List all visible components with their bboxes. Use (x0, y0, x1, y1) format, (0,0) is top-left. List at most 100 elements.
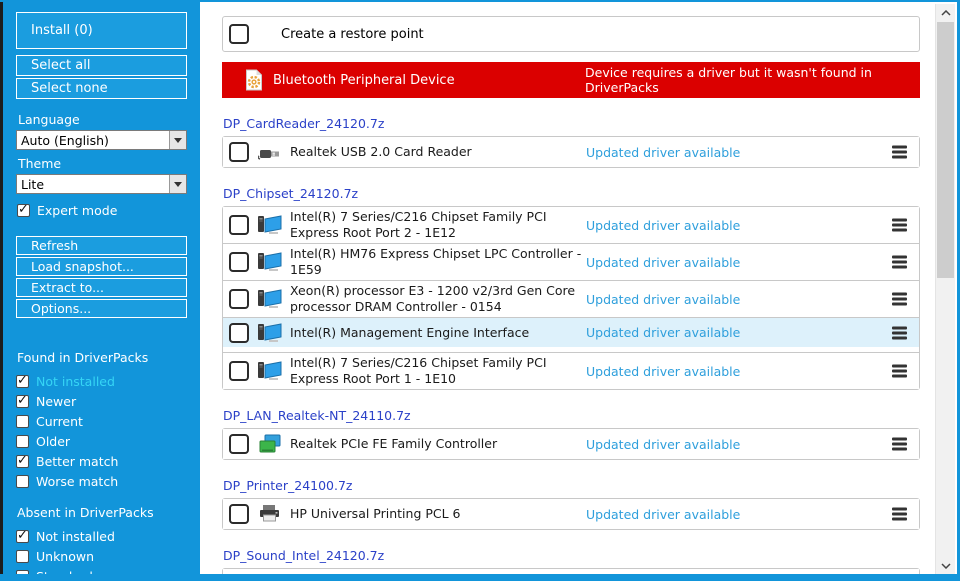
filter-checkbox-current[interactable]: Current (16, 411, 187, 431)
driver-status: Updated driver available (586, 577, 740, 581)
row-menu-icon[interactable] (892, 578, 907, 581)
network-icon (257, 433, 283, 455)
sidebar-action-extract-to[interactable]: Extract to... (16, 278, 187, 297)
driver-status: Updated driver available (586, 363, 741, 379)
driver-checkbox[interactable] (229, 289, 249, 309)
driver-row[interactable]: HP Universal Printing PCL 6 Updated drive… (223, 499, 919, 529)
filter-checkbox-better-match[interactable]: Better match (16, 451, 187, 471)
chipset-icon (257, 214, 283, 236)
driver-sections: DP_CardReader_24120.7z Realtek USB 2.0 Ca… (222, 116, 920, 581)
driver-row[interactable]: Intel(R) 7 Series/C216 Chipset Family PC… (223, 207, 919, 243)
row-menu-icon[interactable] (892, 255, 907, 269)
filter-checkbox-unknown[interactable]: Unknown (16, 546, 187, 566)
driverpack-link[interactable]: DP_Chipset_24120.7z (223, 186, 358, 202)
select-none-button[interactable]: Select none (16, 78, 187, 99)
driver-row[interactable]: Xeon(R) processor E3 - 1200 v2/3rd Gen C… (223, 280, 919, 317)
driver-checkbox[interactable] (229, 361, 249, 381)
background-scrollbar-fragment (30, 574, 122, 580)
filter-label: Not installed (36, 373, 115, 389)
driverpack-link[interactable]: DP_Printer_24100.7z (223, 478, 353, 494)
filter-checkbox-older[interactable]: Older (16, 431, 187, 451)
checkbox-icon[interactable] (16, 528, 29, 543)
checkbox-icon[interactable] (16, 434, 29, 448)
row-menu-icon[interactable] (892, 507, 907, 521)
driverpack-link[interactable]: DP_Sound_Intel_24120.7z (223, 548, 384, 564)
filter-label: Not installed (36, 528, 115, 544)
install-button[interactable]: Install (0) (16, 12, 187, 49)
sidebar-action-load-snapshot[interactable]: Load snapshot... (16, 257, 187, 276)
vertical-scrollbar[interactable] (935, 4, 955, 574)
row-menu-icon[interactable] (892, 292, 907, 306)
checkbox-icon[interactable] (16, 393, 29, 408)
missing-driver-banner[interactable]: Bluetooth Peripheral Device Device requi… (222, 62, 920, 98)
missing-driver-name: Bluetooth Peripheral Device (273, 72, 455, 88)
printer-icon (257, 503, 283, 525)
checkbox-icon[interactable] (17, 202, 30, 217)
checkbox-icon[interactable] (16, 569, 29, 574)
driver-name: Intel(R) 7 Series/C216 Chipset Family PC… (290, 209, 547, 240)
scroll-up-button[interactable] (936, 4, 955, 21)
driverpack-link[interactable]: DP_LAN_Realtek-NT_24110.7z (223, 408, 411, 424)
driver-checkbox[interactable] (229, 322, 249, 343)
driver-status: Updated driver available (586, 144, 741, 160)
chipset-icon (257, 322, 283, 344)
row-menu-icon[interactable] (892, 437, 907, 451)
driver-row[interactable]: Realtek PCIe FE Family Controller Updated… (223, 429, 919, 459)
driver-checkbox[interactable] (229, 142, 249, 162)
sidebar-action-options[interactable]: Options... (16, 299, 187, 318)
restore-point-checkbox[interactable] (229, 24, 249, 44)
filter-checkbox-newer[interactable]: Newer (16, 391, 187, 411)
row-menu-icon[interactable] (892, 326, 907, 339)
filter-checkbox-not-installed[interactable]: Not installed (16, 371, 187, 391)
driver-row[interactable]: Intel(R) Display AudioUpdated driver ava… (223, 569, 919, 581)
theme-select[interactable]: Lite (16, 174, 187, 194)
chipset-icon (257, 288, 283, 310)
checkbox-icon[interactable] (16, 453, 29, 468)
filter-label: Worse match (36, 473, 119, 489)
filter-label: Better match (36, 453, 119, 469)
checkbox-icon[interactable] (16, 474, 29, 488)
filter-group-title: Found in DriverPacks (17, 350, 149, 365)
checkbox-icon[interactable] (16, 373, 29, 388)
restore-point-label: Create a restore point (281, 26, 424, 42)
filter-group-title: Absent in DriverPacks (17, 505, 154, 520)
sidebar-action-refresh[interactable]: Refresh (16, 236, 187, 255)
driverpack-link[interactable]: DP_CardReader_24120.7z (223, 116, 384, 132)
usb-icon (257, 141, 283, 163)
driver-status: Updated driver available (586, 325, 741, 340)
chevron-down-icon[interactable] (169, 175, 186, 193)
chevron-down-icon[interactable] (169, 131, 186, 149)
driver-group: Realtek PCIe FE Family Controller Updated… (222, 428, 920, 460)
filter-label: Newer (36, 393, 77, 409)
driverpacks-window: Install (0) Select all Select none Langu… (0, 0, 960, 581)
restore-point-row[interactable]: Create a restore point (222, 16, 920, 52)
driver-checkbox[interactable] (229, 504, 249, 524)
sidebar: Install (0) Select all Select none Langu… (3, 2, 200, 574)
language-select[interactable]: Auto (English) (16, 130, 187, 150)
sidebar-actions: Refresh Load snapshot... Extract to... Opti… (16, 236, 187, 318)
chipset-icon (257, 251, 283, 273)
expert-mode-checkbox[interactable]: Expert mode (17, 200, 187, 220)
row-menu-icon[interactable] (892, 145, 907, 159)
checkbox-icon[interactable] (16, 414, 29, 428)
driver-row[interactable]: Intel(R) 7 Series/C216 Chipset Family PC… (223, 352, 919, 389)
scroll-down-button[interactable] (936, 557, 955, 574)
driver-row[interactable]: Intel(R) Management Engine Interface Upda… (223, 317, 919, 347)
row-menu-icon[interactable] (892, 218, 907, 232)
checkbox-icon[interactable] (16, 549, 29, 563)
driver-group: HP Universal Printing PCL 6 Updated drive… (222, 498, 920, 530)
driver-status: Updated driver available (586, 217, 741, 233)
select-all-button[interactable]: Select all (16, 55, 187, 76)
driver-file-gear-icon (245, 69, 263, 91)
driver-row[interactable]: Realtek USB 2.0 Card Reader Updated drive… (223, 137, 919, 167)
driver-name: Xeon(R) processor E3 - 1200 v2/3rd Gen C… (290, 283, 576, 314)
filter-checkbox-worse-match[interactable]: Worse match (16, 471, 187, 491)
filter-checkbox-not-installed[interactable]: Not installed (16, 526, 187, 546)
driver-checkbox[interactable] (229, 434, 249, 454)
driver-row[interactable]: Intel(R) HM76 Express Chipset LPC Contro… (223, 243, 919, 280)
driver-checkbox[interactable] (229, 252, 249, 272)
row-menu-icon[interactable] (892, 364, 907, 378)
driver-checkbox[interactable] (229, 215, 249, 235)
scrollbar-thumb[interactable] (937, 22, 954, 278)
driver-checkbox[interactable] (229, 574, 249, 581)
